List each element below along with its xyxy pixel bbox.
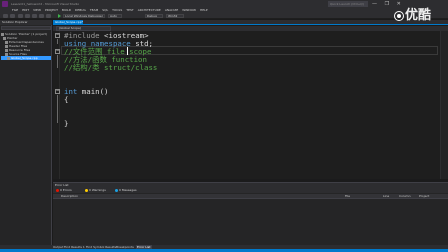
column-column[interactable]: Column [399, 194, 411, 198]
code-line-11: } [64, 119, 69, 128]
solution-search-input[interactable] [1, 26, 51, 30]
errors-count: 0 Errors [60, 188, 72, 192]
code-editor[interactable]: − − − #include <iostream> using namespac… [53, 31, 448, 179]
code-line-9: { [64, 95, 69, 104]
column-project[interactable]: Project [419, 194, 429, 198]
youku-logo-icon [394, 11, 404, 21]
configuration-select[interactable]: Debug [145, 14, 163, 18]
document-tab-strip: Global_Scope.cpp* [53, 20, 448, 25]
warnings-count: 0 Warnings [89, 188, 106, 192]
error-icon [56, 189, 59, 192]
info-icon [115, 189, 118, 192]
column-line[interactable]: Line [383, 194, 389, 198]
collapse-icon[interactable]: − [55, 33, 60, 38]
warning-icon [85, 189, 88, 192]
solution-explorer-title: Solution Explorer [0, 20, 52, 25]
solution-explorer-panel: Solution Explorer Solution 'Pointer' (1 … [0, 20, 52, 245]
back-icon[interactable] [3, 14, 8, 18]
window-controls[interactable]: — ❐ ✕ [372, 0, 404, 8]
messages-filter-button[interactable]: 0 Messages [115, 188, 137, 193]
collapse-icon[interactable]: − [55, 89, 60, 94]
messages-count: 0 Messages [119, 188, 137, 192]
title-bar: Lesson01_helloworld - Microsoft Visual S… [0, 0, 448, 8]
fold-guide [57, 39, 58, 44]
platform-select[interactable]: Win32 [166, 14, 184, 18]
cpp-file-icon [7, 56, 10, 60]
debugger-select[interactable]: Local Windows Debugger [63, 14, 105, 18]
column-file[interactable]: File [345, 194, 350, 198]
editor-vertical-scrollbar[interactable] [440, 31, 448, 179]
error-list-column-headers: Description File Line Column Project [53, 194, 448, 199]
new-file-icon[interactable] [18, 14, 23, 18]
watermark-text: 优酷 [405, 8, 432, 23]
fold-guide [57, 55, 58, 68]
tree-item-global-scope-cpp[interactable]: Global_Scope.cpp [1, 56, 51, 60]
youku-watermark: 优酷 [394, 9, 431, 23]
text-caret [127, 47, 128, 55]
column-description[interactable]: Description [61, 194, 78, 198]
error-list-toolbar: 0 Errors 0 Warnings 0 Messages [53, 188, 448, 193]
open-file-icon[interactable] [25, 14, 30, 18]
undo-icon[interactable] [39, 14, 44, 18]
fold-guide [57, 95, 58, 123]
tab-global-scope-cpp[interactable]: Global_Scope.cpp* [53, 20, 83, 25]
auto-select[interactable]: Auto [108, 14, 122, 18]
error-list-panel: Error List 0 Errors 0 Warnings 0 Message… [53, 182, 448, 245]
save-icon[interactable] [32, 14, 37, 18]
warnings-filter-button[interactable]: 0 Warnings [85, 188, 106, 193]
toolbar: Local Windows Debugger Auto Debug Win32 [0, 13, 448, 19]
play-icon[interactable] [58, 14, 61, 18]
forward-icon[interactable] [10, 14, 15, 18]
window-title: Lesson01_helloworld - Microsoft Visual S… [11, 2, 80, 6]
errors-filter-button[interactable]: 0 Errors [56, 188, 72, 193]
tree-item-label: Global_Scope.cpp [11, 56, 38, 60]
code-line-5: //结构/类 struct/class [64, 63, 158, 72]
visual-studio-logo-icon [2, 1, 8, 7]
code-line-8: int main() [64, 87, 109, 96]
redo-icon[interactable] [46, 14, 51, 18]
quick-launch-input[interactable]: Quick Launch (Ctrl+Q) [328, 1, 368, 7]
collapse-icon[interactable]: − [55, 49, 60, 54]
